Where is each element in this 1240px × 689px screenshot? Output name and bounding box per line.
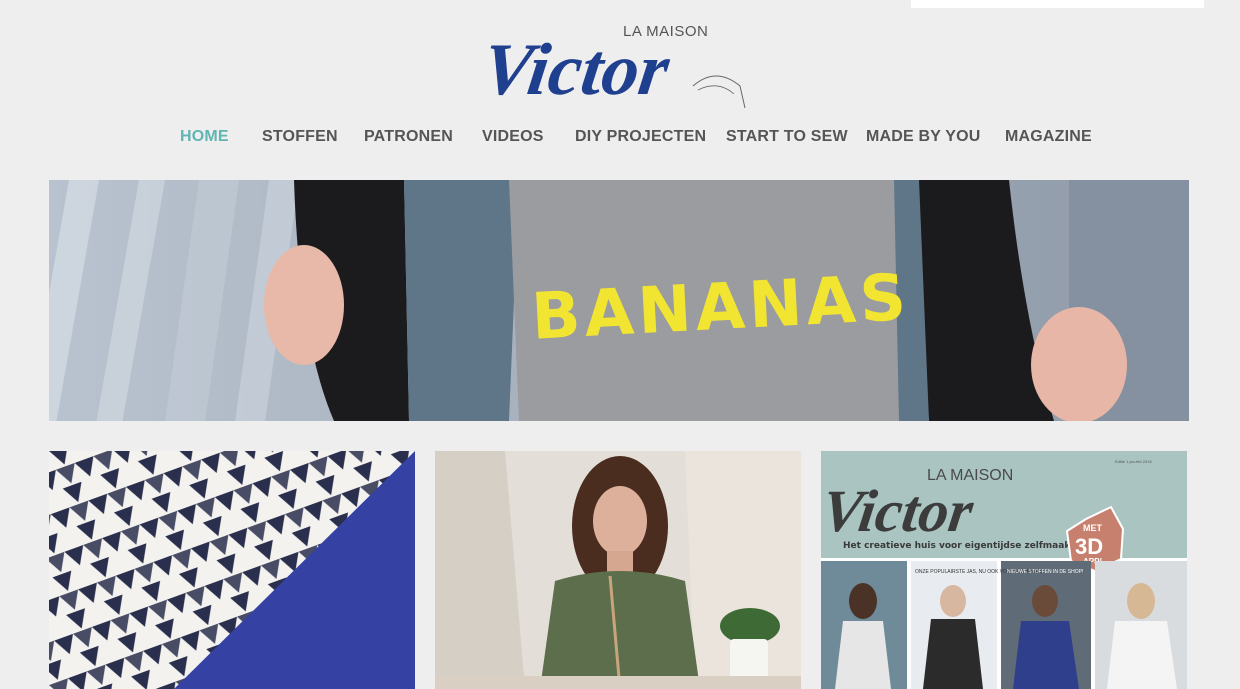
nav-item-videos[interactable]: VIDEOS xyxy=(482,128,544,146)
nav-item-start-to-sew[interactable]: START TO SEW xyxy=(726,128,848,146)
magazine-tagline: Het creatieve huis voor eigentijdse zelf… xyxy=(843,541,1098,551)
hero-image: BANANAS xyxy=(49,180,1189,421)
app-badge-main: 3D xyxy=(1075,534,1103,559)
logo-needle-thread xyxy=(692,75,746,109)
nav-item-magazine[interactable]: MAGAZINE xyxy=(1005,128,1092,146)
logo-thread-line xyxy=(697,85,735,95)
fabric-image xyxy=(49,451,415,689)
card-magazine-cover[interactable]: LA MAISON Victor Editie 1 jan-feb 2016 H… xyxy=(821,451,1187,689)
nav-item-diy-projecten[interactable]: DIY PROJECTEN xyxy=(575,128,706,146)
main-nav: HOME STOFFEN PATRONEN VIDEOS DIY PROJECT… xyxy=(0,128,1240,152)
logo-graphic: LA MAISON Victor xyxy=(488,23,746,111)
hero-banner[interactable]: BANANAS xyxy=(49,180,1189,421)
card-model[interactable] xyxy=(435,451,801,689)
logo-name: Victor xyxy=(488,29,675,111)
search-box[interactable] xyxy=(911,0,1204,8)
nav-item-made-by-you[interactable]: MADE BY YOU xyxy=(866,128,981,146)
magazine-edition: Editie 1 jan-feb 2016 xyxy=(1115,459,1152,464)
app-badge-top: MET xyxy=(1083,523,1103,533)
nav-item-stoffen[interactable]: STOFFEN xyxy=(262,128,338,146)
magazine-cover-image: LA MAISON Victor Editie 1 jan-feb 2016 H… xyxy=(821,451,1187,689)
nav-item-patronen[interactable]: PATRONEN xyxy=(364,128,453,146)
model-image xyxy=(435,451,801,689)
site-logo[interactable]: LA MAISON Victor xyxy=(488,8,750,112)
card-fabric[interactable] xyxy=(49,451,415,689)
cover-note-2: NIEUWE STOFFEN IN DE SHOP! xyxy=(1007,569,1083,575)
nav-item-home[interactable]: HOME xyxy=(180,128,229,146)
magazine-logo-name: Victor xyxy=(821,478,978,545)
